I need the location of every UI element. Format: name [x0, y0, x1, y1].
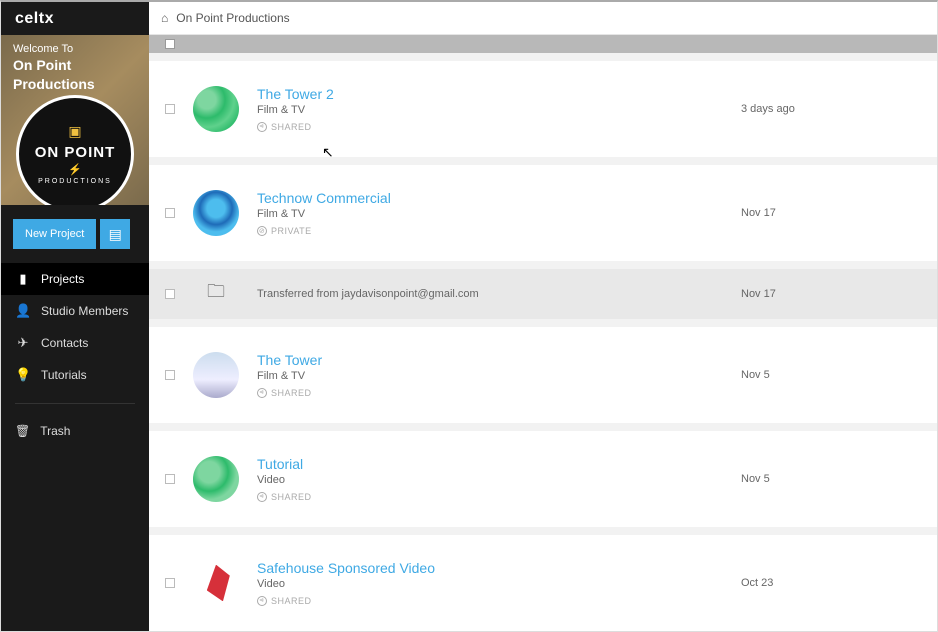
project-row[interactable]: Safehouse Sponsored Video Video ⪡SHARED …	[149, 535, 937, 631]
brand-logo: celtx	[15, 10, 54, 28]
project-meta: Transferred from jaydavisonpoint@gmail.c…	[257, 288, 723, 300]
project-title[interactable]: Technow Commercial	[257, 190, 723, 206]
row-checkbox[interactable]	[165, 208, 175, 218]
project-thumbnail	[193, 86, 239, 132]
project-title[interactable]: Tutorial	[257, 456, 723, 472]
project-meta: The Tower Film & TV ⪡SHARED	[257, 352, 723, 398]
sidebar-item-trash[interactable]: 🗑 Trash	[1, 416, 149, 446]
project-thumbnail	[193, 560, 239, 606]
sidebar: celtx Welcome To On Point Productions ▣ …	[1, 2, 149, 631]
shared-icon: ⪡	[257, 596, 267, 606]
folder-title[interactable]: Transferred from jaydavisonpoint@gmail.c…	[257, 288, 723, 300]
trash-icon: 🗑	[15, 424, 30, 438]
new-folder-button[interactable]: ▤	[100, 219, 130, 249]
welcome-label: Welcome To	[13, 43, 137, 55]
project-title[interactable]: Safehouse Sponsored Video	[257, 560, 723, 576]
project-type: Film & TV	[257, 370, 723, 382]
project-list[interactable]: The Tower 2 Film & TV ⪡SHARED 3 days ago…	[149, 53, 937, 631]
project-title[interactable]: The Tower	[257, 352, 723, 368]
sidebar-item-label: Tutorials	[41, 368, 87, 382]
project-type: Film & TV	[257, 104, 723, 116]
new-project-row: New Project ▤	[1, 205, 149, 263]
project-date: Nov 17	[741, 288, 921, 300]
shared-icon: ⪡	[257, 492, 267, 502]
row-checkbox[interactable]	[165, 370, 175, 380]
home-icon[interactable]: ⌂	[161, 11, 168, 25]
avatar-brand: ON POINT	[35, 144, 116, 161]
user-icon: 👤	[15, 303, 31, 319]
org-name-line1: On Point	[13, 57, 137, 74]
project-date: Oct 23	[741, 577, 921, 589]
org-name-line2: Productions	[13, 76, 137, 93]
private-icon: ⊘	[257, 226, 267, 236]
project-date: Nov 17	[741, 207, 921, 219]
project-meta: Tutorial Video ⪡SHARED	[257, 456, 723, 502]
select-all-checkbox[interactable]	[165, 39, 175, 49]
main-panel: ⌂ On Point Productions The Tower 2 Film …	[149, 2, 937, 631]
breadcrumb-title[interactable]: On Point Productions	[176, 11, 289, 25]
project-status: ⪡SHARED	[257, 492, 723, 502]
sidebar-item-label: Studio Members	[41, 304, 128, 318]
project-type: Video	[257, 474, 723, 486]
select-all-bar	[149, 35, 937, 53]
project-type: Video	[257, 578, 723, 590]
project-thumbnail	[193, 456, 239, 502]
project-row[interactable]: The Tower 2 Film & TV ⪡SHARED 3 days ago	[149, 61, 937, 157]
row-checkbox[interactable]	[165, 578, 175, 588]
sidebar-divider	[15, 403, 135, 404]
project-status: ⪡SHARED	[257, 596, 723, 606]
project-date: 3 days ago	[741, 103, 921, 115]
bolt-icon: ⚡	[68, 163, 82, 176]
folder-icon: 🗀	[207, 279, 225, 309]
sidebar-item-contacts[interactable]: ✈ Contacts	[1, 327, 149, 359]
sidebar-item-label: Contacts	[41, 336, 88, 350]
lightbulb-icon: 💡	[15, 367, 31, 383]
project-row[interactable]: Technow Commercial Film & TV ⊘PRIVATE No…	[149, 165, 937, 261]
shared-icon: ⪡	[257, 122, 267, 132]
avatar-sub: PRODUCTIONS	[38, 178, 112, 185]
project-status: ⪡SHARED	[257, 122, 723, 132]
projects-icon: ▮	[15, 271, 31, 287]
sidebar-item-tutorials[interactable]: 💡 Tutorials	[1, 359, 149, 391]
sidebar-item-studio-members[interactable]: 👤 Studio Members	[1, 295, 149, 327]
folder-thumbnail: 🗀	[193, 279, 239, 309]
brand-bar: celtx	[1, 2, 149, 35]
project-meta: Technow Commercial Film & TV ⊘PRIVATE	[257, 190, 723, 236]
project-meta: The Tower 2 Film & TV ⪡SHARED	[257, 86, 723, 132]
sidebar-item-projects[interactable]: ▮ Projects	[1, 263, 149, 295]
project-status: ⊘PRIVATE	[257, 226, 723, 236]
send-icon: ✈	[15, 335, 31, 351]
studio-hero: Welcome To On Point Productions ▣ ON POI…	[1, 35, 149, 205]
project-type: Film & TV	[257, 208, 723, 220]
project-meta: Safehouse Sponsored Video Video ⪡SHARED	[257, 560, 723, 606]
row-checkbox[interactable]	[165, 104, 175, 114]
project-title[interactable]: The Tower 2	[257, 86, 723, 102]
project-status: ⪡SHARED	[257, 388, 723, 398]
project-thumbnail	[193, 352, 239, 398]
project-thumbnail	[193, 190, 239, 236]
sidebar-item-label: Projects	[41, 272, 84, 286]
sidebar-item-label: Trash	[40, 424, 70, 438]
row-checkbox[interactable]	[165, 289, 175, 299]
project-row[interactable]: The Tower Film & TV ⪡SHARED Nov 5	[149, 327, 937, 423]
studio-avatar: ▣ ON POINT ⚡ PRODUCTIONS	[16, 95, 134, 205]
camera-icon: ▣	[68, 123, 81, 140]
project-date: Nov 5	[741, 369, 921, 381]
new-project-button[interactable]: New Project	[13, 219, 96, 249]
folder-row[interactable]: 🗀 Transferred from jaydavisonpoint@gmail…	[149, 269, 937, 319]
folder-plus-icon: ▤	[109, 226, 122, 243]
shared-icon: ⪡	[257, 388, 267, 398]
sidebar-nav: ▮ Projects 👤 Studio Members ✈ Contacts 💡…	[1, 263, 149, 391]
breadcrumb: ⌂ On Point Productions	[149, 2, 937, 35]
project-row[interactable]: Tutorial Video ⪡SHARED Nov 5	[149, 431, 937, 527]
row-checkbox[interactable]	[165, 474, 175, 484]
project-date: Nov 5	[741, 473, 921, 485]
